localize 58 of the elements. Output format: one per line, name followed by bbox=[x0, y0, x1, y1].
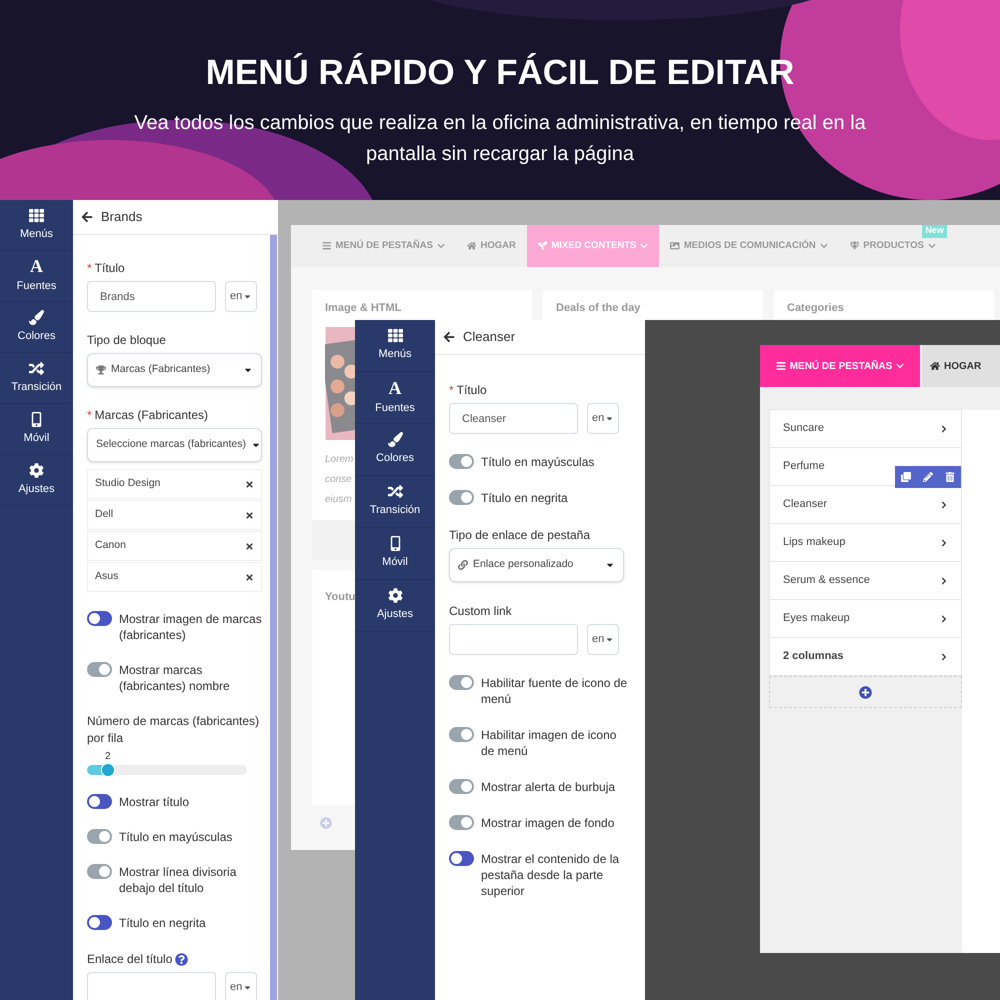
menu-item[interactable]: Cleanser bbox=[769, 485, 962, 524]
language-select[interactable]: en bbox=[587, 403, 620, 434]
language-select[interactable]: en bbox=[225, 972, 258, 1000]
menu-item[interactable]: Lips makeup bbox=[769, 523, 962, 562]
toggle-label: Título en negrita bbox=[481, 490, 568, 506]
card-title: Image & HTML bbox=[325, 301, 402, 316]
toggle-label: Mostrar alerta de burbuja bbox=[481, 779, 616, 795]
toggle-label: Mostrar título bbox=[119, 794, 190, 810]
brand-tag: Studio Design bbox=[87, 469, 262, 499]
select-field[interactable]: Enlace personalizado bbox=[449, 548, 624, 582]
brand-tag: Dell bbox=[87, 500, 262, 530]
text-field[interactable]: Cleanser bbox=[449, 403, 578, 434]
menu-tab[interactable]: HOGAR bbox=[922, 345, 1000, 387]
panel-title: Brands bbox=[101, 208, 142, 226]
field-label: Enlace del título bbox=[87, 951, 172, 968]
font-icon: A bbox=[388, 378, 402, 397]
menu-item[interactable]: Perfume bbox=[769, 447, 962, 486]
card-title: Categories bbox=[787, 301, 845, 316]
font-icon: A bbox=[30, 257, 43, 276]
toggle-label: Mostrar imagen de marcas (fabricantes) bbox=[119, 611, 263, 643]
card-text: conse bbox=[325, 473, 352, 488]
field-label: Título bbox=[456, 382, 487, 399]
brand-tag: Canon bbox=[87, 531, 262, 561]
toggle-label: Título en mayúsculas bbox=[119, 829, 232, 845]
menu-item[interactable]: 2 columnas bbox=[769, 637, 962, 676]
required-mark: * bbox=[449, 382, 454, 399]
text-field[interactable]: Brands bbox=[87, 281, 216, 312]
select-field[interactable]: Marcas (Fabricantes) bbox=[87, 353, 262, 387]
field-label: Tipo de bloque bbox=[87, 332, 166, 349]
toggle-label: Habilitar imagen de icono de menú bbox=[481, 727, 618, 759]
toggle-label: Mostrar imagen de fondo bbox=[481, 815, 614, 831]
menu-item[interactable]: Serum & essence bbox=[769, 561, 962, 600]
brand-tag: Asus bbox=[87, 562, 262, 592]
select-field[interactable]: Seleccione marcas (fabricantes) bbox=[87, 428, 262, 462]
menu-item[interactable]: Suncare bbox=[769, 409, 962, 448]
field-label: Custom link bbox=[449, 603, 512, 620]
field-label: Número de marcas (fabricantes) por fila bbox=[87, 713, 260, 747]
panel-title: Cleanser bbox=[463, 328, 516, 346]
field-label: Marcas (Fabricantes) bbox=[94, 407, 208, 424]
card-text: Lorem bbox=[325, 453, 354, 468]
field-label: Tipo de enlace de pestaña bbox=[449, 527, 590, 544]
card-text: eiusm bbox=[325, 493, 352, 508]
language-select[interactable]: en bbox=[225, 281, 258, 312]
card-title: Youtu bbox=[325, 591, 356, 603]
toggle-label: Mostrar marcas (fabricantes) nombre bbox=[119, 662, 231, 694]
language-select[interactable]: en bbox=[587, 624, 620, 655]
toggle-label: Mostrar el contenido de la pestaña desde la parte superior bbox=[481, 851, 620, 899]
new-badge: New bbox=[922, 225, 947, 238]
toggle-label: Mostrar línea divisoria debajo del título bbox=[119, 864, 238, 896]
toggle-label: Título en mayúsculas bbox=[481, 454, 594, 470]
required-mark: * bbox=[87, 407, 92, 424]
menu-item[interactable]: Eyes makeup bbox=[769, 599, 962, 638]
field-label: Título bbox=[94, 260, 125, 277]
toggle-label: Habilitar fuente de icono de menú bbox=[481, 675, 628, 707]
toggle-label: Título en negrita bbox=[119, 915, 206, 931]
card-title: Deals of the day bbox=[556, 301, 642, 316]
slider-reading: 2 bbox=[105, 750, 111, 764]
required-mark: * bbox=[87, 260, 92, 277]
